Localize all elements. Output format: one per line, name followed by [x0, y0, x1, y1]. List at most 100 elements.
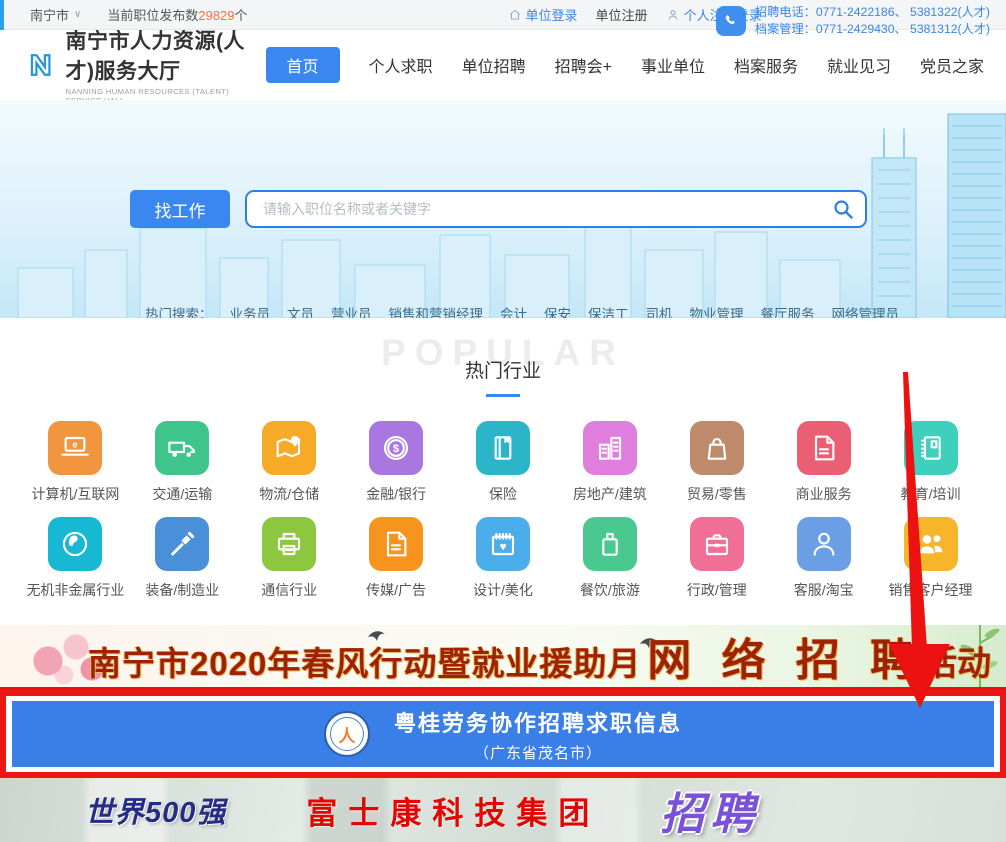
hot-tag[interactable]: 保安 — [544, 303, 571, 318]
flask-icon — [583, 517, 637, 571]
nav-home[interactable]: 首页 — [266, 47, 340, 83]
notebook-icon — [904, 421, 958, 475]
nav-internship[interactable]: 就业见习 — [827, 53, 891, 77]
industry-computer-internet[interactable]: 计算机/互联网 — [22, 421, 129, 504]
person-icon — [797, 517, 851, 571]
unit-login-link[interactable]: 单位登录 — [508, 5, 578, 24]
spring-action-banner[interactable]: 南宁市2020年春风行动暨就业援助月网 络 招 聘活动 — [0, 625, 1006, 690]
unit-register-link[interactable]: 单位注册 — [596, 5, 648, 24]
archive-phone: 档案管理：0771-2429430、 5381312(人才) — [755, 21, 990, 38]
recruit-phone: 招聘电话：0771-2422186、 5381322(人才) — [755, 4, 990, 21]
industry-label: 商业服务 — [796, 484, 852, 504]
industry-customer-service[interactable]: 客服/淘宝 — [770, 517, 877, 600]
industry-label: 装备/制造业 — [145, 580, 219, 600]
industry-sales-manager[interactable]: 销售客户经理 — [877, 517, 984, 600]
industry-transport[interactable]: 交通/运输 — [129, 421, 236, 504]
highlighted-banner-box: 人 粤桂劳务协作招聘求职信息 （广东省茂名市） — [0, 690, 1006, 778]
hot-tag[interactable]: 文员 — [287, 303, 314, 318]
industry-label: 传媒/广告 — [366, 580, 426, 600]
buildings-icon — [583, 421, 637, 475]
hot-tag[interactable]: 会计 — [500, 303, 527, 318]
contact-phone-block: 招聘电话：0771-2422186、 5381322(人才) 档案管理：0771… — [716, 4, 990, 37]
unit-login-label: 单位登录 — [526, 5, 578, 24]
city-label: 南宁市 — [30, 5, 69, 24]
industry-education[interactable]: 教育/培训 — [877, 421, 984, 504]
nav-public-institution[interactable]: 事业单位 — [641, 53, 705, 77]
page: 南宁市 ∨ 当前职位发布数29829个 单位登录 单位注册 个人注册登录 招聘电… — [0, 0, 1006, 842]
industry-label: 客服/淘宝 — [794, 580, 854, 600]
industry-realestate[interactable]: 房地产/建筑 — [556, 421, 663, 504]
industry-label: 贸易/零售 — [687, 484, 747, 504]
industry-label: 通信行业 — [261, 580, 317, 600]
home-icon — [508, 8, 522, 22]
map-pin-icon — [262, 421, 316, 475]
industry-insurance[interactable]: 保险 — [450, 421, 557, 504]
yuegui-banner-title: 粤桂劳务协作招聘求职信息 — [394, 706, 682, 738]
nav-unit-recruit[interactable]: 单位招聘 — [462, 53, 526, 77]
briefcase-icon — [690, 517, 744, 571]
nav-job-fair[interactable]: 招聘会+ — [555, 53, 612, 77]
site-header: 南宁市人力资源(人才)服务大厅 NANNING HUMAN RESOURCES … — [0, 30, 1006, 100]
main-nav: 首页 个人求职 单位招聘 招聘会+ 事业单位 档案服务 就业见习 党员之家 — [266, 47, 984, 83]
shopping-bag-icon — [690, 421, 744, 475]
hot-tag[interactable]: 物业管理 — [690, 303, 744, 318]
nav-party-home[interactable]: 党员之家 — [920, 53, 984, 77]
industry-label: 教育/培训 — [901, 484, 961, 504]
industry-catering-tourism[interactable]: 餐饮/旅游 — [556, 517, 663, 600]
industry-equipment-manufacturing[interactable]: 装备/制造业 — [129, 517, 236, 600]
document-icon — [797, 421, 851, 475]
hot-search-row: 热门搜索： 业务员 文员 营业员 销售和营销经理 会计 保安 保洁工 司机 物业… — [145, 303, 899, 318]
industry-logistics[interactable]: 物流/仓储 — [236, 421, 343, 504]
hot-tag[interactable]: 网络管理员 — [832, 303, 900, 318]
globe-icon — [48, 517, 102, 571]
hot-tag[interactable]: 司机 — [646, 303, 673, 318]
search-input[interactable] — [245, 190, 867, 228]
people-icon — [904, 517, 958, 571]
industry-label: 无机非金属行业 — [26, 580, 124, 600]
hot-tag[interactable]: 保洁工 — [588, 303, 629, 318]
job-count-unit: 个 — [235, 8, 248, 23]
spring-text-suffix: 活动 — [923, 636, 991, 685]
industry-label: 设计/美化 — [473, 580, 533, 600]
job-count-value: 29829 — [198, 8, 234, 23]
industry-trade-retail[interactable]: 贸易/零售 — [663, 421, 770, 504]
search-icon[interactable] — [831, 197, 855, 221]
screwdriver-icon — [155, 517, 209, 571]
nav-archive-service[interactable]: 档案服务 — [734, 53, 798, 77]
nav-personal-jobs[interactable]: 个人求职 — [369, 53, 433, 77]
industry-label: 金融/银行 — [366, 484, 426, 504]
person-icon — [666, 8, 680, 22]
foxconn-banner[interactable]: 世界500强 富士康科技集团 招聘 — [0, 778, 1006, 842]
site-logo[interactable]: 南宁市人力资源(人才)服务大厅 NANNING HUMAN RESOURCES … — [28, 25, 266, 105]
industry-label: 餐饮/旅游 — [580, 580, 640, 600]
industry-admin-management[interactable]: 行政/管理 — [663, 517, 770, 600]
chevron-down-icon: ∨ — [74, 9, 81, 20]
title-underline — [486, 394, 520, 397]
official-seal-icon: 人 — [324, 711, 370, 757]
industry-finance[interactable]: 金融/银行 — [343, 421, 450, 504]
search-box — [245, 190, 867, 228]
job-count-label: 当前职位发布数 — [107, 8, 198, 23]
hot-tag[interactable]: 销售和营销经理 — [389, 303, 484, 318]
industry-business-service[interactable]: 商业服务 — [770, 421, 877, 504]
city-selector[interactable]: 南宁市 ∨ — [30, 5, 81, 24]
industry-design[interactable]: 设计/美化 — [450, 517, 557, 600]
industry-nonmetal[interactable]: 无机非金属行业 — [22, 517, 129, 600]
section-title: 热门行业 — [0, 318, 1006, 383]
truck-icon — [155, 421, 209, 475]
industry-label: 保险 — [489, 484, 517, 504]
phone-icon — [716, 6, 746, 36]
hot-tag[interactable]: 餐厅服务 — [761, 303, 815, 318]
industry-label: 计算机/互联网 — [31, 484, 119, 504]
industry-telecom[interactable]: 通信行业 — [236, 517, 343, 600]
hot-tag[interactable]: 营业员 — [331, 303, 372, 318]
hot-tag[interactable]: 业务员 — [230, 303, 271, 318]
top-bar: 南宁市 ∨ 当前职位发布数29829个 单位登录 单位注册 个人注册登录 招聘电… — [0, 0, 1006, 30]
document-icon — [369, 517, 423, 571]
yuegui-banner[interactable]: 人 粤桂劳务协作招聘求职信息 （广东省茂名市） — [12, 701, 994, 767]
logo-n-icon — [28, 44, 57, 86]
industry-media-ads[interactable]: 传媒/广告 — [343, 517, 450, 600]
industry-label: 物流/仓储 — [259, 484, 319, 504]
spring-text-prefix: 南宁市2020年春风行动暨就业援助月 — [88, 637, 641, 685]
find-job-button[interactable]: 找工作 — [130, 190, 230, 228]
